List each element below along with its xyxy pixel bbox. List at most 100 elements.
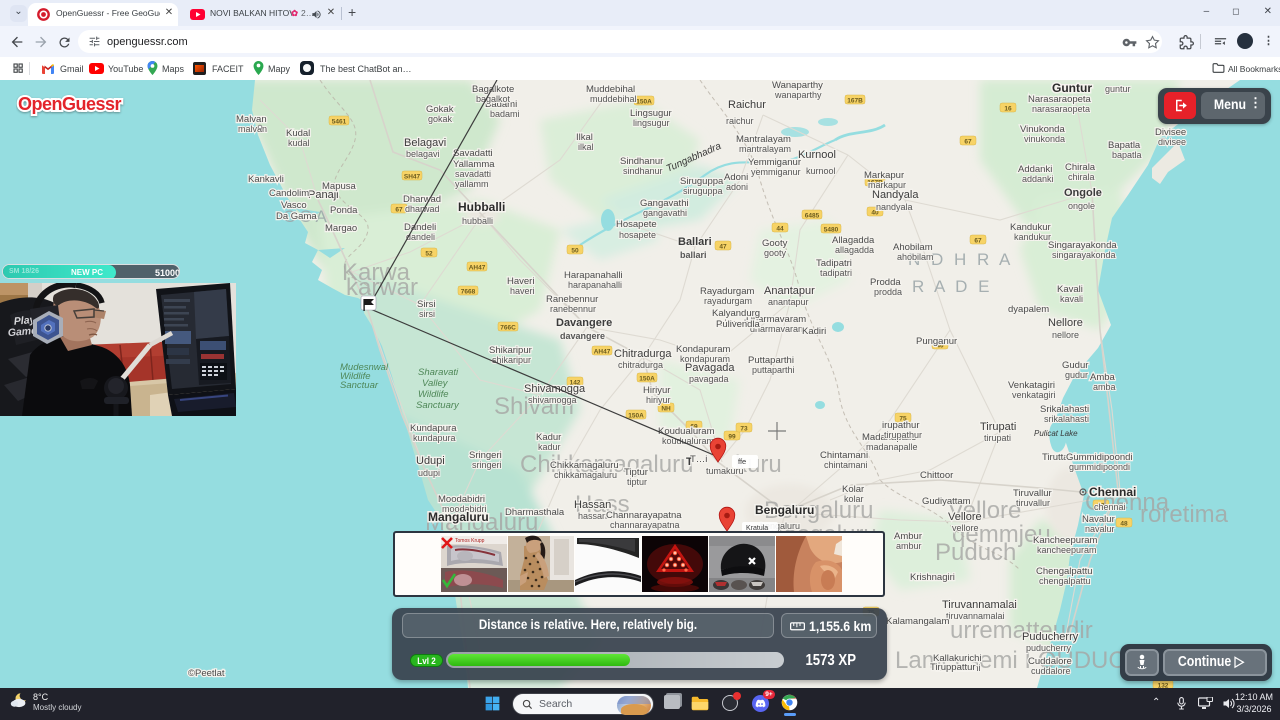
svg-text:5461: 5461 — [332, 119, 347, 126]
svg-text:kundapura: kundapura — [413, 433, 456, 443]
svg-text:bagalkot: bagalkot — [476, 94, 511, 104]
svg-text:AH47: AH47 — [469, 265, 486, 272]
svg-text:sindhanur: sindhanur — [623, 166, 663, 176]
svg-text:chitradurga: chitradurga — [618, 360, 663, 370]
svg-text:Hubballi: Hubballi — [458, 200, 505, 214]
svg-text:adoni: adoni — [726, 182, 748, 192]
svg-text:AH47: AH47 — [594, 349, 611, 356]
svg-text:44: 44 — [776, 226, 784, 233]
svg-text:tiruvannamalai: tiruvannamalai — [946, 611, 1005, 621]
svg-text:7668: 7668 — [461, 289, 476, 296]
svg-text:gudur: gudur — [1065, 370, 1088, 380]
svg-text:wanaparthy: wanaparthy — [774, 90, 822, 100]
svg-text:SH47: SH47 — [404, 174, 421, 181]
svg-text:73: 73 — [740, 426, 748, 433]
svg-text:ranebennur: ranebennur — [550, 304, 596, 314]
svg-text:sringeri: sringeri — [472, 460, 502, 470]
svg-text:yallamm: yallamm — [455, 179, 489, 189]
svg-text:channarayapatna: channarayapatna — [610, 520, 680, 530]
svg-text:madanapalle: madanapalle — [866, 442, 918, 452]
svg-text:Candolim: Candolim — [269, 188, 309, 199]
svg-text:narasaraopeta: narasaraopeta — [1032, 104, 1090, 114]
svg-text:Raichur: Raichur — [728, 99, 766, 111]
svg-text:belagavi: belagavi — [406, 149, 440, 159]
svg-text:lingsugur: lingsugur — [633, 118, 670, 128]
svg-text:150A: 150A — [639, 376, 655, 383]
svg-text:Kalamangalam: Kalamangalam — [886, 616, 949, 627]
svg-text:52: 52 — [425, 251, 433, 258]
svg-text:hubballi: hubballi — [462, 216, 493, 226]
svg-text:shivamogga: shivamogga — [528, 395, 577, 405]
svg-text:Chitradurga: Chitradurga — [614, 348, 672, 360]
svg-text:tadipatri: tadipatri — [820, 268, 852, 278]
svg-text:muddebihal: muddebihal — [590, 94, 637, 104]
svg-text:kandukur: kandukur — [1014, 232, 1051, 242]
svg-text:ongole: ongole — [1068, 201, 1095, 211]
svg-text:siruguppa: siruguppa — [683, 186, 723, 196]
svg-text:Sanctuar: Sanctuar — [340, 380, 379, 391]
svg-text:tumakuru: tumakuru — [706, 466, 744, 476]
svg-text:chikkamagaluru: chikkamagaluru — [554, 470, 617, 480]
svg-text:Ballari: Ballari — [678, 236, 712, 248]
svg-text:Tiruvannamalai: Tiruvannamalai — [942, 599, 1017, 611]
svg-text:Savadatti: Savadatti — [453, 148, 493, 159]
svg-text:Nellore: Nellore — [1048, 317, 1083, 329]
svg-text:Pulicat Lake: Pulicat Lake — [1034, 429, 1078, 438]
svg-text:Krishnagiri: Krishnagiri — [910, 572, 955, 583]
svg-text:ahobilam: ahobilam — [897, 252, 934, 262]
svg-text:davangere: davangere — [560, 331, 605, 341]
svg-text:yemmiganur: yemmiganur — [751, 167, 801, 177]
svg-text:kudal: kudal — [288, 138, 310, 148]
svg-text:Chittoor: Chittoor — [920, 470, 953, 481]
svg-text:Guntur: Guntur — [1052, 81, 1092, 95]
svg-text:6485: 6485 — [805, 213, 820, 220]
svg-text:vellore: vellore — [952, 523, 979, 533]
svg-text:150A: 150A — [636, 99, 652, 106]
svg-text:haveri: haveri — [510, 286, 535, 296]
svg-text:Vellore: Vellore — [948, 511, 982, 523]
svg-text:mantralayam: mantralayam — [739, 144, 791, 154]
svg-text:Nandyala: Nandyala — [872, 189, 919, 201]
svg-text:rayadurgam: rayadurgam — [704, 296, 752, 306]
svg-text:dyapalem: dyapalem — [1008, 304, 1049, 315]
svg-text:Tirupati: Tirupati — [980, 421, 1016, 433]
svg-text:chintamani: chintamani — [824, 460, 868, 470]
svg-text:ballari: ballari — [680, 250, 707, 260]
svg-text:67: 67 — [395, 207, 403, 214]
svg-text:99: 99 — [728, 434, 736, 441]
svg-text:Vasco: Vasco — [281, 200, 307, 211]
svg-text:Udupi: Udupi — [416, 455, 445, 467]
svg-text:prodda: prodda — [874, 287, 902, 297]
svg-text:ilkal: ilkal — [578, 142, 594, 152]
svg-text:Margao: Margao — [325, 223, 357, 234]
svg-text:Kurnool: Kurnool — [798, 149, 836, 161]
svg-text:kadur: kadur — [538, 442, 561, 452]
svg-text:gangavathi: gangavathi — [643, 208, 687, 218]
svg-text:tirupati: tirupati — [984, 433, 1011, 443]
svg-text:47: 47 — [719, 244, 727, 251]
svg-text:hiriyur: hiriyur — [646, 395, 671, 405]
svg-text:Puduch: Puduch — [935, 539, 1016, 566]
svg-text:©Peetlat: ©Peetlat — [188, 668, 225, 679]
svg-text:navalur: navalur — [1085, 524, 1115, 534]
svg-text:167B: 167B — [847, 98, 863, 105]
svg-text:anantapur: anantapur — [768, 297, 809, 307]
svg-text:karwar: karwar — [346, 274, 418, 301]
svg-text:chennai: chennai — [1094, 502, 1126, 512]
svg-text:udupi: udupi — [418, 468, 440, 478]
svg-text:divisee: divisee — [1158, 137, 1186, 147]
svg-text:roretima: roretima — [1140, 501, 1229, 528]
svg-text:kavali: kavali — [1060, 294, 1083, 304]
svg-text:Belagavi: Belagavi — [404, 137, 446, 149]
svg-text:kolar: kolar — [844, 494, 864, 504]
svg-text:16: 16 — [1004, 106, 1012, 113]
svg-text:150A: 150A — [628, 413, 644, 420]
svg-text:savadatti: savadatti — [455, 169, 491, 179]
svg-text:hosapete: hosapete — [619, 230, 656, 240]
svg-text:Mapusa: Mapusa — [322, 181, 357, 192]
svg-text:tirupathur: tirupathur — [884, 430, 922, 440]
svg-text:kurnool: kurnool — [806, 166, 836, 176]
svg-text:Tiruppattur: Tiruppattur — [930, 662, 976, 673]
svg-text:Da Gama: Da Gama — [276, 211, 317, 222]
svg-text:Gudiyattam: Gudiyattam — [922, 496, 971, 507]
